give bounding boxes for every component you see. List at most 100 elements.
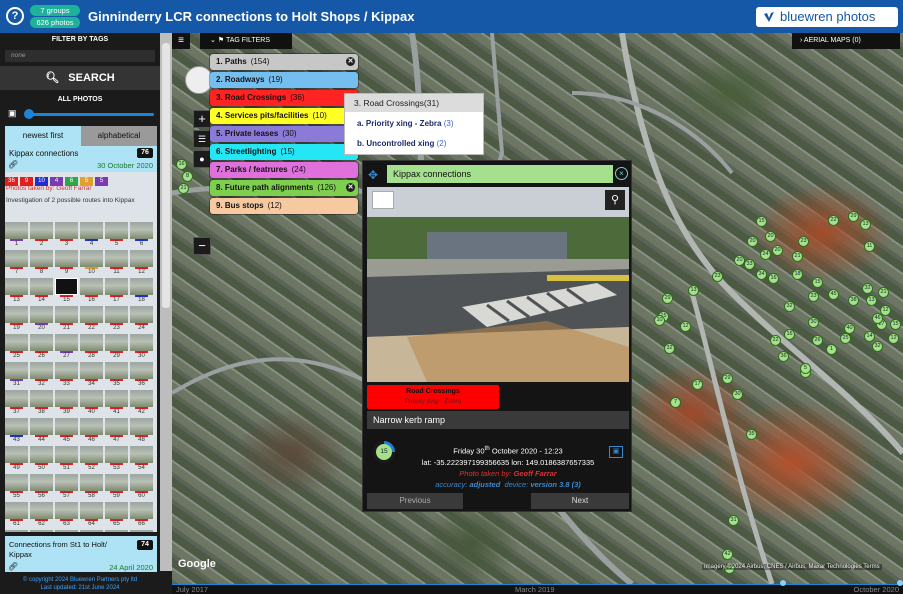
photo-cluster-marker[interactable]: 13 [688, 285, 699, 296]
tag-filter-item[interactable]: 3. Road Crossings (36) [210, 90, 358, 106]
photo-cluster-marker[interactable]: 5 [800, 363, 811, 374]
photo-thumbnail[interactable]: 35 [105, 362, 128, 388]
photo-image[interactable]: ⚲ [367, 187, 629, 382]
photo-cluster-marker[interactable]: 11 [864, 241, 875, 252]
photo-cluster-marker[interactable]: 16 [176, 159, 187, 170]
photo-cluster-marker[interactable]: 23 [798, 236, 809, 247]
photo-cluster-marker[interactable]: 17 [692, 379, 703, 390]
photo-thumbnail[interactable]: 72 [130, 530, 153, 532]
zoom-in-button[interactable]: + [193, 110, 211, 128]
photo-cluster-marker[interactable]: 23 [712, 271, 723, 282]
photo-cluster-marker[interactable]: 20 [734, 255, 745, 266]
photo-thumbnail[interactable]: 43 [5, 418, 28, 444]
photo-thumbnail[interactable]: 67 [5, 530, 28, 532]
photo-thumbnail[interactable]: 26 [30, 334, 53, 360]
photo-cluster-marker[interactable]: 21 [878, 287, 889, 298]
photo-cluster-marker[interactable]: 15 [756, 216, 767, 227]
photo-thumbnail[interactable]: 6 [130, 222, 153, 248]
photo-cluster-marker[interactable]: 22 [770, 335, 781, 346]
photo-cluster-marker[interactable]: 38 [848, 295, 859, 306]
photo-thumbnail[interactable]: 20 [30, 306, 53, 332]
photo-cluster-marker[interactable]: 46 [872, 313, 883, 324]
photo-thumbnail[interactable]: 12 [130, 250, 153, 276]
photo-cluster-marker[interactable]: 12 [680, 321, 691, 332]
photo-thumbnail[interactable]: 1 [5, 222, 28, 248]
photo-thumbnail[interactable]: 50 [30, 446, 53, 472]
photo-cluster-marker[interactable]: 33 [744, 259, 755, 270]
photo-thumbnail[interactable]: 5 [105, 222, 128, 248]
photo-cluster-marker[interactable]: 16 [784, 329, 795, 340]
tab-alphabetical[interactable]: alphabetical [81, 126, 157, 146]
photo-thumbnail[interactable]: 2 [30, 222, 53, 248]
previous-button[interactable]: Previous [367, 493, 463, 509]
photo-cluster-marker[interactable]: 32 [664, 343, 675, 354]
photo-cluster-marker[interactable]: 26 [812, 335, 823, 346]
photo-thumbnail[interactable]: 42 [130, 390, 153, 416]
zoom-out-button[interactable]: − [193, 237, 211, 255]
timeline-handle[interactable] [780, 580, 786, 586]
submenu-item-zebra[interactable]: a. Priority xing - Zebra (3) [357, 119, 453, 128]
photo-cluster-marker[interactable]: 20 [772, 245, 783, 256]
move-icon[interactable]: ✥ [368, 168, 378, 182]
photo-thumbnail[interactable]: 39 [55, 390, 78, 416]
timeline[interactable]: July 2017 March 2019 October 2020 [172, 580, 903, 594]
photo-thumbnail[interactable]: 51 [55, 446, 78, 472]
photo-thumbnail[interactable]: 65 [105, 502, 128, 528]
photo-cluster-marker[interactable]: 35 [746, 429, 757, 440]
photo-thumbnail[interactable]: 47 [105, 418, 128, 444]
photo-cluster-marker[interactable]: 45 [828, 289, 839, 300]
photo-thumbnail[interactable]: 38 [30, 390, 53, 416]
slider-track[interactable] [26, 113, 154, 116]
photo-thumbnail[interactable]: 9 [55, 250, 78, 276]
photo-thumbnail[interactable]: 32 [30, 362, 53, 388]
photo-cluster-marker[interactable]: 10 [654, 315, 665, 326]
group-card-kippax[interactable]: Kippax connections 76 🔗︎ 30 October 2020 [5, 146, 157, 172]
photo-thumbnail[interactable]: 14 [30, 278, 53, 304]
photo-thumbnail[interactable]: 16 [80, 278, 103, 304]
photo-thumbnail[interactable]: 31 [5, 362, 28, 388]
photo-thumbnail[interactable]: 53 [105, 446, 128, 472]
photo-thumbnail[interactable]: 24 [130, 306, 153, 332]
photo-thumbnail[interactable]: 22 [80, 306, 103, 332]
photo-thumbnail[interactable]: 61 [5, 502, 28, 528]
photo-thumbnail[interactable]: 52 [80, 446, 103, 472]
tag-filter-item[interactable]: 9. Bus stops (12) [210, 198, 358, 214]
photo-thumbnail[interactable]: 28 [80, 334, 103, 360]
photo-cluster-marker[interactable]: 23 [808, 291, 819, 302]
slider-thumb[interactable] [24, 109, 34, 119]
photo-thumbnail[interactable]: 19 [5, 306, 28, 332]
photo-cluster-marker[interactable]: 29 [848, 211, 859, 222]
photo-thumbnail[interactable]: 68 [30, 530, 53, 532]
photo-thumbnail[interactable]: 10 [80, 250, 103, 276]
photo-cluster-marker[interactable]: 16 [768, 273, 779, 284]
link-icon[interactable]: 🔗︎ [8, 562, 18, 571]
photo-thumbnail[interactable]: 64 [80, 502, 103, 528]
photo-thumbnail[interactable]: 25 [5, 334, 28, 360]
collapse-sidebar-icon[interactable]: ≡ [172, 33, 190, 49]
photo-cluster-marker[interactable]: 40 [844, 323, 855, 334]
layers-icon[interactable]: ☰ [193, 130, 211, 148]
photo-cluster-marker[interactable]: 7 [670, 397, 681, 408]
photo-cluster-marker[interactable]: 15 [890, 319, 901, 330]
photo-thumbnail[interactable]: 58 [80, 474, 103, 500]
search-button[interactable]: 🔍︎ SEARCH [0, 66, 160, 90]
photo-size-slider[interactable]: ▣ [0, 108, 160, 120]
tag-select[interactable]: none [5, 50, 155, 62]
photo-thumbnail[interactable]: 8 [30, 250, 53, 276]
tag-filter-item[interactable]: 8. Future path alignments (126) ✕ [210, 180, 358, 196]
info-icon[interactable]: ▣ [609, 446, 623, 458]
help-icon[interactable]: ? [6, 7, 24, 25]
photo-cluster-marker[interactable]: 36 [778, 351, 789, 362]
photo-thumbnail[interactable]: 55 [5, 474, 28, 500]
photo-cluster-marker[interactable]: 32 [872, 341, 883, 352]
submenu-header[interactable]: 3. Road Crossings(31) [345, 94, 483, 112]
photo-thumbnail[interactable]: 70 [80, 530, 103, 532]
photo-cluster-marker[interactable]: 20 [765, 231, 776, 242]
photo-thumbnail[interactable]: 18 [130, 278, 153, 304]
brand-logo[interactable]: bluewren photos [756, 7, 898, 27]
sidebar-scrollbar[interactable] [160, 33, 172, 571]
photo-thumbnail[interactable]: 3 [55, 222, 78, 248]
photo-cluster-marker[interactable]: 22 [828, 215, 839, 226]
photo-thumbnail[interactable]: 23 [105, 306, 128, 332]
photo-thumbnail[interactable]: 36 [130, 362, 153, 388]
